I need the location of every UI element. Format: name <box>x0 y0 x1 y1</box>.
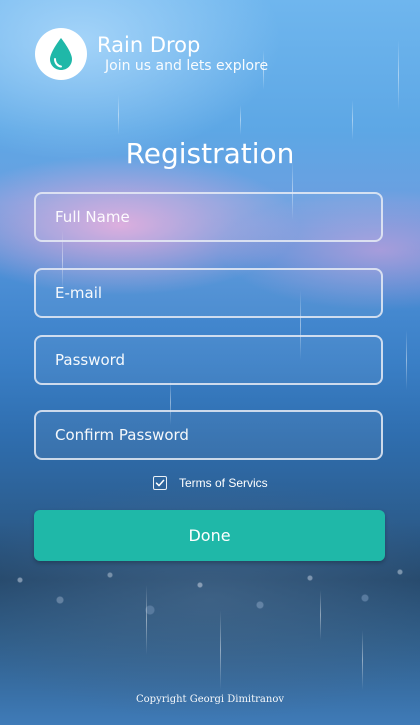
terms-of-service[interactable]: Terms of Servics <box>153 476 268 490</box>
confirm-password-input[interactable] <box>53 425 381 445</box>
terms-label[interactable]: Terms of Servics <box>179 476 268 490</box>
gravel-texture <box>0 560 420 630</box>
app-header: Rain Drop Join us and lets explore <box>35 28 268 80</box>
confirm-password-field[interactable] <box>34 410 383 460</box>
password-input[interactable] <box>53 350 381 370</box>
rain-streak <box>220 610 221 690</box>
rain-streak <box>118 95 119 135</box>
app-title: Rain Drop <box>97 33 201 57</box>
copyright-text: Copyright Georgi Dimitranov <box>136 694 284 705</box>
done-button[interactable]: Done <box>34 510 385 561</box>
full-name-input[interactable] <box>53 207 381 227</box>
rain-streak <box>352 100 353 140</box>
rain-streak <box>146 585 147 655</box>
water-drop-icon <box>50 38 72 70</box>
rain-streak <box>320 590 321 640</box>
rain-streak <box>406 330 407 390</box>
rain-streak <box>398 40 399 110</box>
full-name-field[interactable] <box>34 192 383 242</box>
page-title: Registration <box>125 137 295 170</box>
checkmark-icon <box>155 479 165 487</box>
app-subtitle: Join us and lets explore <box>105 58 269 74</box>
email-input[interactable] <box>53 283 381 303</box>
password-field[interactable] <box>34 335 383 385</box>
email-field[interactable] <box>34 268 383 318</box>
terms-checkbox[interactable] <box>153 476 167 490</box>
rain-streak <box>362 630 363 690</box>
rain-streak <box>240 105 241 135</box>
app-logo <box>35 28 87 80</box>
